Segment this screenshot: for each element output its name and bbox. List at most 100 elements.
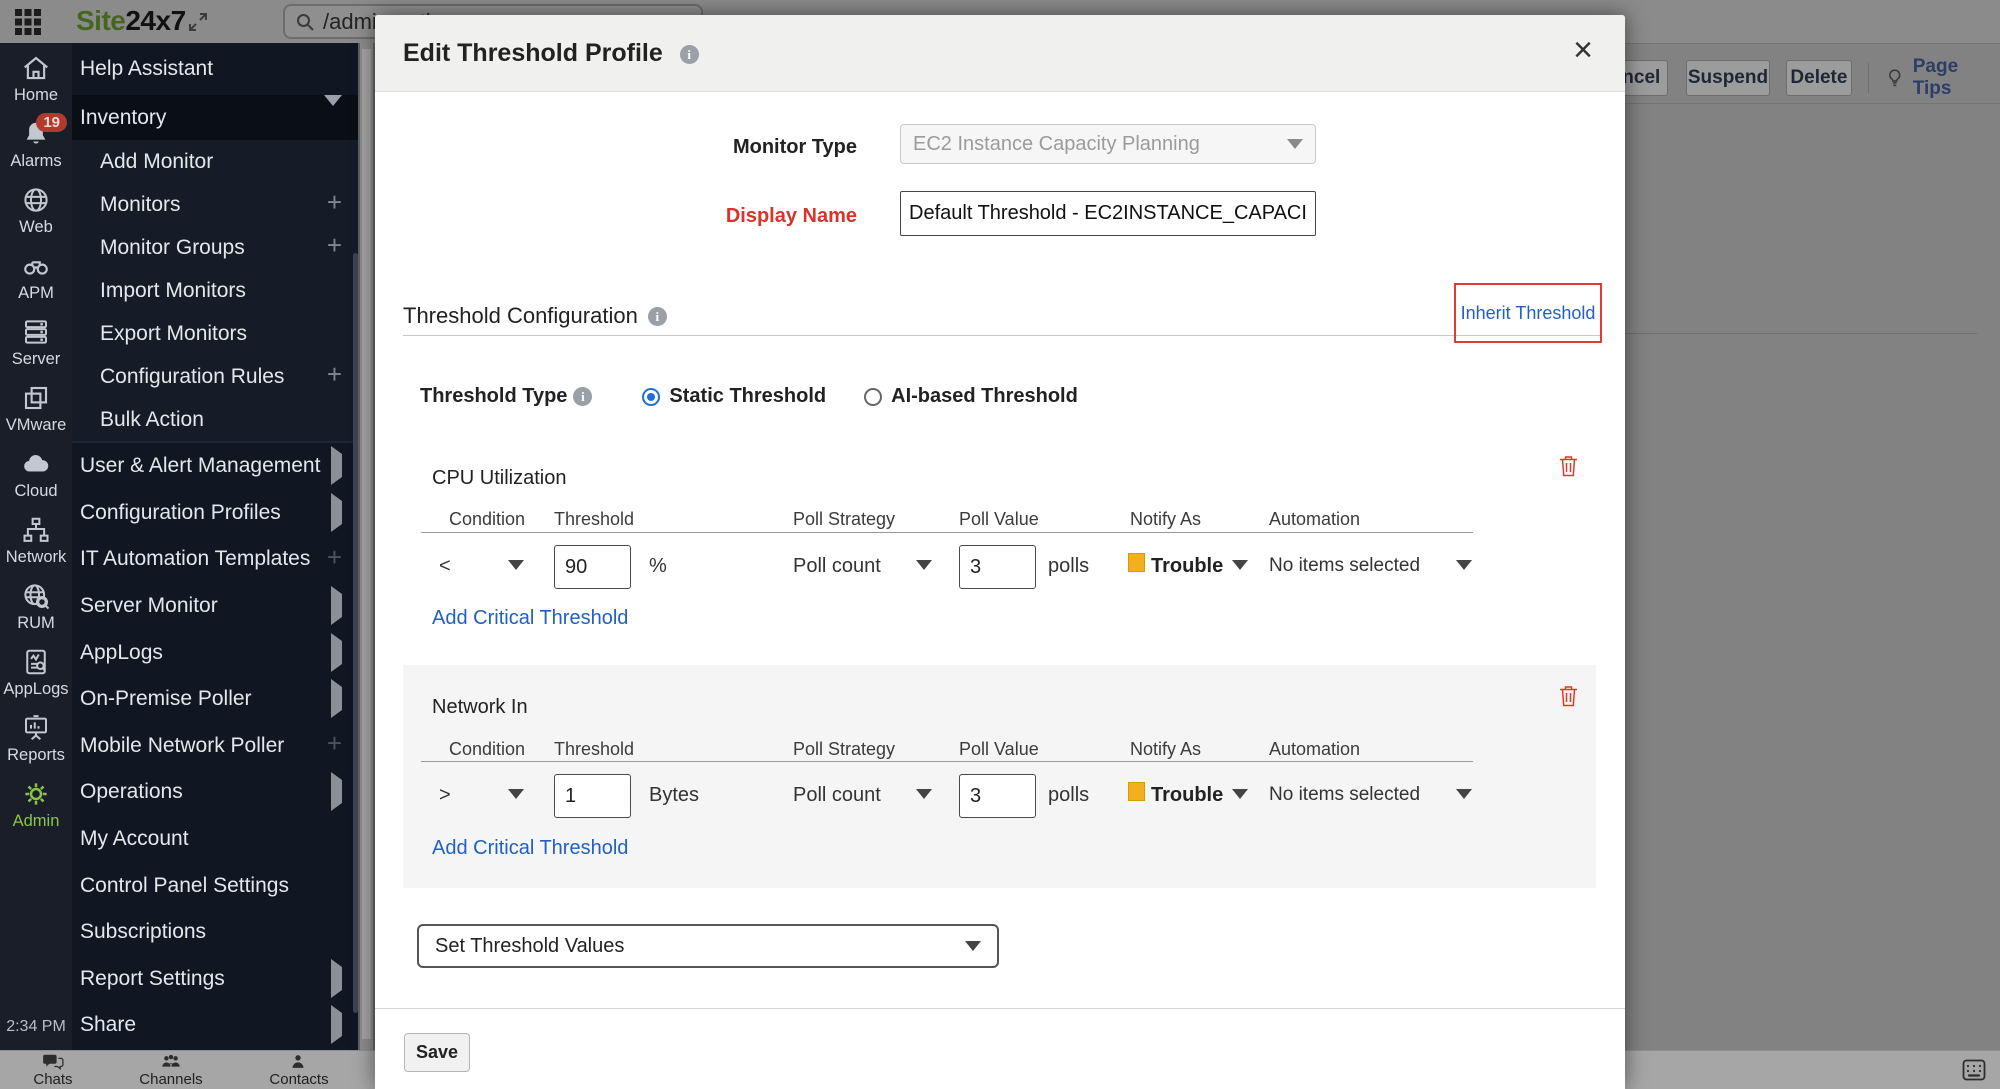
ai-based-threshold-option[interactable]: AI-based Threshold — [864, 385, 1078, 408]
monitor-type-select[interactable]: EC2 Instance Capacity Planning — [900, 124, 1316, 164]
sidebar-item-monitor-groups[interactable]: Monitor Groups+ — [72, 226, 358, 269]
rail-item-label: Admin — [13, 812, 60, 831]
page-scrollbar[interactable] — [358, 43, 375, 1050]
sidebar-item-export-monitors[interactable]: Export Monitors — [72, 312, 358, 355]
condition-dropdown-icon[interactable] — [508, 560, 524, 570]
info-icon[interactable]: i — [648, 307, 667, 326]
plus-icon[interactable]: + — [327, 192, 342, 217]
bottom-bar-item-chats[interactable]: Chats — [33, 1053, 72, 1088]
rail-item-cloud[interactable]: Cloud — [0, 449, 72, 515]
site24x7-logo[interactable]: Site24x7 — [76, 5, 186, 37]
sidebar-item-share[interactable]: Share — [72, 1002, 358, 1049]
alarm-count-badge: 19 — [36, 113, 67, 132]
plus-icon[interactable]: + — [327, 547, 342, 572]
set-threshold-values-select[interactable]: Set Threshold Values — [417, 924, 999, 968]
automation-dropdown-icon[interactable] — [1456, 789, 1472, 799]
poll-value-input[interactable] — [959, 545, 1036, 589]
sidebar-item-inventory[interactable]: Inventory — [72, 95, 358, 140]
delete-metric-icon[interactable] — [1559, 455, 1578, 477]
expand-icon[interactable] — [186, 10, 210, 34]
app-grid-icon[interactable] — [14, 8, 42, 36]
condition-value: > — [439, 784, 451, 807]
automation-dropdown-icon[interactable] — [1456, 560, 1472, 570]
static-threshold-option[interactable]: Static Threshold — [642, 385, 826, 408]
rail-item-admin[interactable]: Admin — [0, 779, 72, 845]
menu-scrollbar-thumb[interactable] — [353, 253, 358, 1013]
page-tips-button[interactable]: Page Tips — [1885, 56, 2000, 100]
sidebar-item-mobile-network-poller[interactable]: Mobile Network Poller+ — [72, 723, 358, 770]
display-name-input[interactable] — [900, 191, 1316, 236]
rail-item-network[interactable]: Network — [0, 515, 72, 581]
rail-item-apm[interactable]: APM — [0, 251, 72, 317]
rail-item-home[interactable]: Home — [0, 53, 72, 119]
sidebar-item-user-alert-management[interactable]: User & Alert Management — [72, 443, 358, 490]
poll-strategy-dropdown-icon[interactable] — [916, 789, 932, 799]
sidebar-item-my-account[interactable]: My Account — [72, 816, 358, 863]
chevron-right-icon[interactable] — [331, 967, 342, 991]
add-critical-threshold-link[interactable]: Add Critical Threshold — [432, 837, 628, 860]
notify-as-dropdown-icon[interactable] — [1232, 560, 1248, 570]
sidebar-item-add-monitor[interactable]: Add Monitor — [72, 140, 358, 183]
tray-widget-icon[interactable] — [1962, 1059, 1986, 1081]
close-icon[interactable]: × — [1573, 33, 1593, 67]
sidebar-item-configuration-profiles[interactable]: Configuration Profiles — [72, 490, 358, 537]
sidebar-item-applogs[interactable]: AppLogs — [72, 629, 358, 676]
notify-as-dropdown-icon[interactable] — [1232, 789, 1248, 799]
chevron-right-icon[interactable] — [331, 780, 342, 804]
chevron-right-icon[interactable] — [331, 1013, 342, 1037]
rail-item-vmware[interactable]: VMware — [0, 383, 72, 449]
chevron-right-icon[interactable] — [331, 454, 342, 478]
plus-icon[interactable]: + — [327, 364, 342, 389]
column-header-threshold: Threshold — [554, 739, 634, 760]
sidebar-item-import-monitors[interactable]: Import Monitors — [72, 269, 358, 312]
poll-value-input[interactable] — [959, 774, 1036, 818]
rail-item-reports[interactable]: Reports — [0, 713, 72, 779]
sidebar-item-monitors[interactable]: Monitors+ — [72, 183, 358, 226]
sidebar-item-bulk-action[interactable]: Bulk Action — [72, 398, 358, 441]
delete-metric-icon[interactable] — [1559, 685, 1578, 707]
poll-strategy-dropdown-icon[interactable] — [916, 560, 932, 570]
save-button[interactable]: Save — [404, 1033, 470, 1072]
delete-button[interactable]: Delete — [1786, 60, 1853, 96]
plus-icon[interactable]: + — [327, 733, 342, 758]
sidebar-item-label: On-Premise Poller — [80, 687, 252, 711]
bottom-bar-item-channels[interactable]: Channels — [139, 1053, 202, 1088]
plus-icon[interactable]: + — [327, 235, 342, 260]
sidebar-item-report-settings[interactable]: Report Settings — [72, 956, 358, 1003]
sidebar-item-configuration-rules[interactable]: Configuration Rules+ — [72, 355, 358, 398]
sidebar-item-label: My Account — [80, 827, 189, 851]
sidebar-item-it-automation-templates[interactable]: IT Automation Templates+ — [72, 536, 358, 583]
inherit-threshold-link[interactable]: Inherit Threshold — [1461, 303, 1596, 324]
rail-item-web[interactable]: Web — [0, 185, 72, 251]
logo-24x7-text: 24x7 — [125, 5, 185, 36]
rail-item-alarms[interactable]: 19Alarms — [0, 119, 72, 185]
add-critical-threshold-link[interactable]: Add Critical Threshold — [432, 607, 628, 630]
sidebar-item-on-premise-poller[interactable]: On-Premise Poller — [72, 676, 358, 723]
sidebar-item-subscriptions[interactable]: Subscriptions — [72, 909, 358, 956]
globe-icon — [21, 185, 51, 215]
rail-item-rum[interactable]: RUM — [0, 581, 72, 647]
sidebar-item-server-monitor[interactable]: Server Monitor — [72, 583, 358, 630]
page-scrollbar-thumb[interactable] — [362, 49, 371, 1039]
condition-dropdown-icon[interactable] — [508, 789, 524, 799]
sidebar-item-label: AppLogs — [80, 641, 163, 665]
rail-item-server[interactable]: Server — [0, 317, 72, 383]
sidebar-item-operations[interactable]: Operations — [72, 769, 358, 816]
sidebar-item-label: User & Alert Management — [80, 454, 320, 478]
sidebar-item-help-assistant[interactable]: Help Assistant — [72, 43, 358, 95]
suspend-button[interactable]: Suspend — [1686, 60, 1770, 96]
static-threshold-label: Static Threshold — [669, 385, 826, 408]
threshold-input[interactable] — [554, 545, 631, 589]
chevron-right-icon[interactable] — [331, 594, 342, 618]
metric-name: CPU Utilization — [432, 467, 566, 490]
chevron-right-icon[interactable] — [331, 501, 342, 525]
sidebar-item-control-panel-settings[interactable]: Control Panel Settings — [72, 862, 358, 909]
info-icon[interactable]: i — [573, 387, 592, 406]
threshold-input[interactable] — [554, 774, 631, 818]
info-icon[interactable]: i — [680, 45, 699, 64]
chevron-down-icon[interactable] — [324, 106, 342, 130]
rail-item-applogs[interactable]: AppLogs — [0, 647, 72, 713]
chevron-right-icon[interactable] — [331, 687, 342, 711]
chevron-right-icon[interactable] — [331, 641, 342, 665]
bottom-bar-item-contacts[interactable]: Contacts — [269, 1053, 328, 1088]
